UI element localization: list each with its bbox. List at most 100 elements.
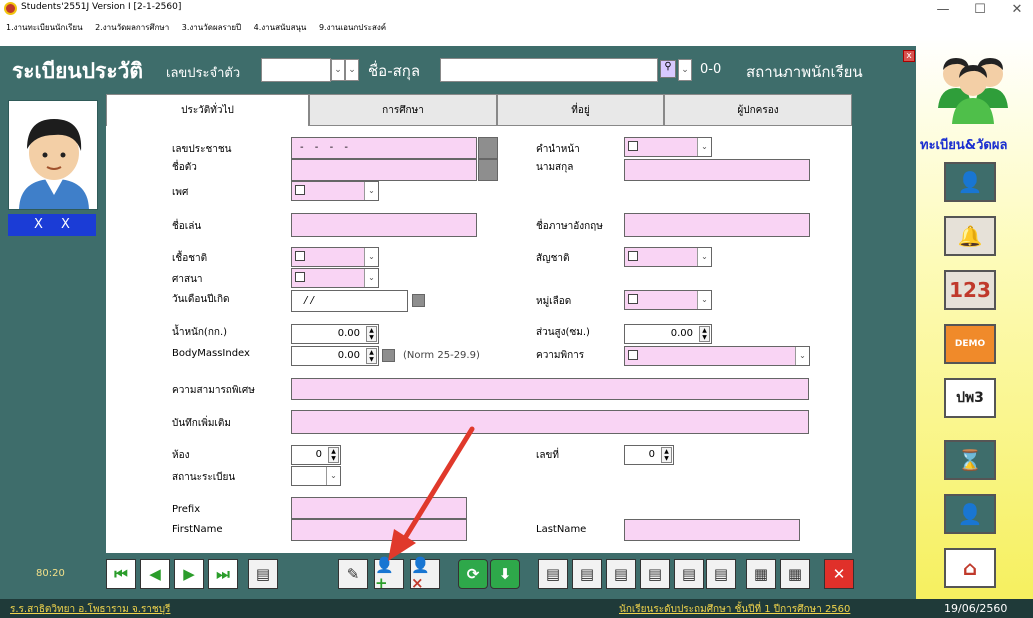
tab-address[interactable]: ที่อยู่ — [497, 94, 664, 126]
tab-guardian[interactable]: ผู้ปกครอง — [664, 94, 852, 126]
citizen-id-button[interactable] — [478, 137, 498, 159]
menu-registration[interactable]: 1.งานทะเบียนนักเรียน — [6, 20, 83, 36]
menu-annual-eval[interactable]: 3.งานวัดผลรายปี — [182, 20, 241, 36]
chevron-down-icon[interactable]: ⌄ — [697, 138, 711, 156]
height-spinner-icon[interactable]: ▲ ▼ — [699, 326, 710, 342]
last-name-input[interactable] — [624, 159, 810, 181]
blood-type-checkbox[interactable] — [628, 294, 638, 304]
name-search-input[interactable] — [440, 58, 658, 82]
ethnicity-checkbox[interactable] — [295, 251, 305, 261]
title-prefix-select[interactable]: ⌄ — [624, 137, 712, 157]
print-4-button[interactable]: ▤ — [640, 559, 670, 589]
weight-spinner-icon[interactable]: ▲ ▼ — [366, 326, 377, 342]
chevron-down-icon[interactable]: ⌄ — [364, 269, 378, 287]
id-card-icon: ▦ — [787, 565, 803, 583]
student-id-input[interactable] — [261, 58, 331, 82]
gender-checkbox[interactable] — [295, 185, 305, 195]
chevron-down-icon[interactable]: ⌄ — [326, 467, 340, 485]
notes-label: บันทึกเพิ่มเติม — [172, 418, 231, 429]
close-window-button[interactable]: ✕ — [1002, 1, 1032, 19]
first-name-button[interactable] — [478, 159, 498, 181]
last-record-button[interactable]: ⏭ — [208, 559, 238, 589]
chevron-down-icon[interactable]: ⌄ — [364, 182, 378, 200]
print-1-button[interactable]: ▤ — [538, 559, 568, 589]
first-record-button[interactable]: ⏮ — [106, 559, 136, 589]
search-icon[interactable]: ⚲ — [660, 60, 676, 78]
sidebar-hourglass-button[interactable]: ⌛ — [944, 440, 996, 480]
nationality-select[interactable]: ⌄ — [624, 247, 712, 267]
nationality-checkbox[interactable] — [628, 251, 638, 261]
talent-input[interactable] — [291, 378, 809, 400]
sidebar-demo-button[interactable]: DEMO — [944, 324, 996, 364]
room-value: 0 — [315, 449, 322, 460]
religion-select[interactable]: ⌄ — [291, 268, 379, 288]
print-3-button[interactable]: ▤ — [606, 559, 636, 589]
download-button[interactable]: ⬇ — [490, 559, 520, 589]
menu-misc[interactable]: 9.งานเอนกประสงค์ — [319, 20, 386, 36]
ethnicity-select[interactable]: ⌄ — [291, 247, 379, 267]
student-id-dropdown-2[interactable]: ⌄ — [345, 59, 359, 81]
class-level: นักเรียนระดับประถมศึกษา ชั้นปีที่ 1 ปีกา… — [619, 604, 851, 615]
minimize-button[interactable]: — — [928, 1, 958, 19]
sidebar-home-button[interactable]: ⌂ — [944, 548, 996, 588]
sidebar-bell-button[interactable]: 🔔 — [944, 216, 996, 256]
exit-button[interactable]: ✕ — [824, 559, 854, 589]
number-spinner-icon[interactable]: ▲ ▼ — [661, 447, 672, 463]
chevron-down-icon[interactable]: ⌄ — [795, 347, 809, 365]
first-name-input[interactable] — [291, 159, 477, 181]
chevron-down-icon[interactable]: ⌄ — [697, 291, 711, 309]
tab-education[interactable]: การศึกษา — [309, 94, 497, 126]
title-prefix-checkbox[interactable] — [628, 141, 638, 151]
reg-status-select[interactable]: ⌄ — [291, 466, 341, 486]
sidebar-numbers-button[interactable]: 123 — [944, 270, 996, 310]
menu-support[interactable]: 4.งานสนับสนุน — [254, 20, 307, 36]
disability-checkbox[interactable] — [628, 350, 638, 360]
height-input[interactable]: 0.00 ▲ ▼ — [624, 324, 712, 344]
next-record-button[interactable]: ▶ — [174, 559, 204, 589]
id-card-button[interactable]: ▦ — [746, 559, 776, 589]
edit-button[interactable]: ✎ — [338, 559, 368, 589]
sidebar-student-button[interactable]: 👤 — [944, 162, 996, 202]
maximize-button[interactable]: ☐ — [965, 1, 995, 19]
religion-checkbox[interactable] — [295, 272, 305, 282]
english-name-input[interactable] — [624, 213, 810, 237]
tab-general[interactable]: ประวัติทั่วไป — [106, 94, 309, 126]
bmi-spinner-icon[interactable]: ▲ ▼ — [366, 348, 377, 364]
save-button[interactable]: ⟳ — [458, 559, 488, 589]
add-student-button[interactable]: 👤+ — [374, 556, 404, 592]
id-card-2-button[interactable]: ▦ — [780, 559, 810, 589]
close-form-icon[interactable]: x — [903, 50, 915, 62]
sidebar-pp3-button[interactable]: ปพ3 — [944, 378, 996, 418]
citizen-id-input[interactable]: - - - - — [291, 137, 477, 159]
firstname-en-input[interactable] — [291, 519, 467, 541]
weight-input[interactable]: 0.00 ▲ ▼ — [291, 324, 379, 344]
prefix-en-input[interactable] — [291, 497, 467, 519]
student-id-dropdown[interactable]: ⌄ — [331, 59, 345, 81]
room-spinner-icon[interactable]: ▲ ▼ — [328, 447, 339, 463]
birthdate-input[interactable]: / / — [291, 290, 408, 312]
citizen-id-label: เลขประชาชน — [172, 144, 232, 155]
delete-student-button[interactable]: 👤× — [410, 556, 440, 592]
blood-type-select[interactable]: ⌄ — [624, 290, 712, 310]
bmi-input[interactable]: 0.00 ▲ ▼ — [291, 346, 379, 366]
gender-select[interactable]: ⌄ — [291, 181, 379, 201]
bmi-calc-button[interactable] — [382, 349, 395, 362]
room-input[interactable]: 0 ▲ ▼ — [291, 445, 341, 465]
chevron-down-icon[interactable]: ⌄ — [364, 248, 378, 266]
print-5-button[interactable]: ▤ — [674, 559, 704, 589]
menu-evaluation[interactable]: 2.งานวัดผลการศึกษา — [95, 20, 169, 36]
notes-input[interactable] — [291, 410, 809, 434]
number-input[interactable]: 0 ▲ ▼ — [624, 445, 674, 465]
chevron-down-icon[interactable]: ⌄ — [697, 248, 711, 266]
print-6-button[interactable]: ▤ — [706, 559, 736, 589]
disability-select[interactable]: ⌄ — [624, 346, 810, 366]
sidebar-teacher-button[interactable]: 👤 — [944, 494, 996, 534]
lastname-en-input[interactable] — [624, 519, 800, 541]
name-dropdown[interactable]: ⌄ — [678, 59, 692, 81]
prev-record-button[interactable]: ◀ — [140, 559, 170, 589]
print-2-button[interactable]: ▤ — [572, 559, 602, 589]
ethnicity-label: เชื้อชาติ — [172, 253, 208, 264]
birthdate-calendar-button[interactable] — [412, 294, 425, 307]
nickname-input[interactable] — [291, 213, 477, 237]
record-card-button[interactable]: ▤ — [248, 559, 278, 589]
